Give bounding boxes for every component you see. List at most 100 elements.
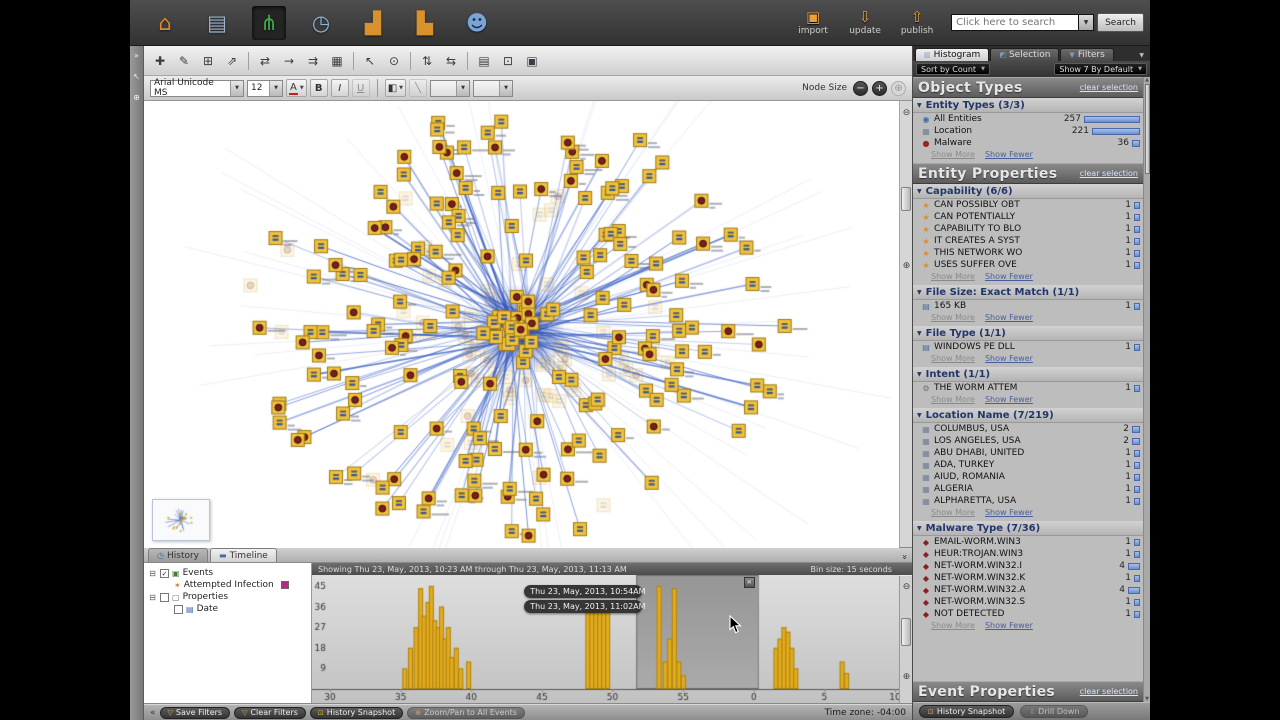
collaboration-icon[interactable]: ☻ bbox=[460, 6, 494, 40]
section-capability-6-6[interactable]: ▼ Capability (6/6) bbox=[913, 184, 1143, 199]
search-dropdown-button[interactable]: ▼ bbox=[1079, 14, 1095, 31]
report-icon[interactable]: ▤ bbox=[200, 6, 234, 40]
italic-button[interactable]: I bbox=[330, 79, 349, 97]
graph-icon[interactable]: ⋔ bbox=[252, 5, 286, 40]
swap-horizontal-icon[interactable]: ⇆ bbox=[440, 50, 462, 72]
show-fewer-link[interactable]: Show Fewer bbox=[985, 621, 1033, 630]
snapshot-camera-icon[interactable]: ⊡ bbox=[497, 50, 519, 72]
tab-filters[interactable]: ▼ Filters bbox=[1060, 48, 1114, 61]
add-entity-icon[interactable]: ✚ bbox=[149, 50, 171, 72]
show-fewer-link[interactable]: Show Fewer bbox=[985, 395, 1033, 404]
show-fewer-link[interactable]: Show Fewer bbox=[985, 354, 1033, 363]
merge-entities-icon[interactable]: ⇉ bbox=[302, 50, 324, 72]
collapse-triangle-icon[interactable]: ▼ bbox=[917, 330, 922, 337]
clock-map-icon[interactable]: ◷ bbox=[304, 6, 338, 40]
histogram-item[interactable]: ◆ NET-WORM.WIN32.I 4 bbox=[913, 560, 1143, 572]
collapse-triangle-icon[interactable]: ▼ bbox=[917, 289, 922, 296]
import-button[interactable]: ▣ import bbox=[791, 9, 835, 36]
show-more-link[interactable]: Show More bbox=[931, 395, 975, 404]
update-button[interactable]: ⇩ update bbox=[843, 9, 887, 36]
bold-button[interactable]: B bbox=[309, 79, 328, 97]
sort-by-select[interactable]: Sort by Count ▼ bbox=[916, 63, 990, 75]
show-fewer-link[interactable]: Show Fewer bbox=[985, 150, 1033, 159]
collapse-statusbar-icon[interactable]: « bbox=[150, 708, 156, 718]
histogram-item[interactable]: ▦ COLUMBUS, USA 2 bbox=[913, 423, 1143, 435]
browser-chart-icon[interactable]: ▙ bbox=[408, 6, 442, 40]
clear-time-selection-button[interactable]: ✕ bbox=[743, 577, 755, 588]
add-label-icon[interactable]: ✎ bbox=[173, 50, 195, 72]
collapse-triangle-icon[interactable]: ▼ bbox=[917, 188, 922, 195]
graph-canvas-area[interactable]: ⊖ ⊕ bbox=[144, 101, 912, 548]
tree-expander-icon[interactable]: ⊟ bbox=[148, 593, 157, 602]
chart-icon[interactable]: ▟ bbox=[356, 6, 390, 40]
section-location-name-7-219[interactable]: ▼ Location Name (7/219) bbox=[913, 408, 1143, 423]
histogram-item[interactable]: ◉ All Entities 257 bbox=[913, 113, 1143, 125]
histogram-item[interactable]: ▦ ALGERIA 1 bbox=[913, 483, 1143, 495]
histogram-item[interactable]: ◆ NET-WORM.WIN32.A 4 bbox=[913, 584, 1143, 596]
timeline-zoom-scrollbar[interactable]: ⊖ ⊕ bbox=[899, 576, 912, 703]
show-more-link[interactable]: Show More bbox=[931, 508, 975, 517]
grid-layout-icon[interactable]: ▦ bbox=[326, 50, 348, 72]
histogram-item[interactable]: ◆ NET-WORM.WIN32.S 1 bbox=[913, 596, 1143, 608]
tree-row[interactable]: ⊟ ▢ Properties bbox=[144, 591, 311, 603]
panel-scrollbar[interactable]: ▲ ▼ bbox=[1143, 77, 1150, 702]
report-view-icon[interactable]: ▤ bbox=[473, 50, 495, 72]
histogram-item[interactable]: ★ CAN POSSIBLY OBT 1 bbox=[913, 199, 1143, 211]
tree-row[interactable]: ▤ Date bbox=[144, 603, 311, 615]
show-fewer-link[interactable]: Show Fewer bbox=[985, 508, 1033, 517]
histogram-item[interactable]: ⚙ THE WORM ATTEM 1 bbox=[913, 382, 1143, 394]
clear-selection-link[interactable]: clear selection bbox=[1080, 169, 1138, 178]
show-fewer-link[interactable]: Show Fewer bbox=[985, 272, 1033, 281]
scroll-up-icon[interactable]: ▲ bbox=[1145, 77, 1149, 83]
histogram-item[interactable]: ★ CAN POTENTIALLY 1 bbox=[913, 211, 1143, 223]
show-default-select[interactable]: Show 7 By Default ▼ bbox=[1054, 63, 1147, 75]
fill-color-button[interactable]: ◧ ▼ bbox=[384, 79, 407, 97]
export-image-icon[interactable]: ▣ bbox=[521, 50, 543, 72]
histogram-item[interactable]: ★ THIS NETWORK WO 1 bbox=[913, 247, 1143, 259]
clear-selection-link[interactable]: clear selection bbox=[1080, 687, 1138, 696]
search-input[interactable] bbox=[951, 14, 1080, 31]
swap-vertical-icon[interactable]: ⇅ bbox=[416, 50, 438, 72]
show-more-link[interactable]: Show More bbox=[931, 313, 975, 322]
histogram-item[interactable]: ● Malware 36 bbox=[913, 137, 1143, 149]
histogram-item[interactable]: ▦ LOS ANGELES, USA 2 bbox=[913, 435, 1143, 447]
tree-expander-icon[interactable]: ⊟ bbox=[148, 569, 157, 578]
tab-selection[interactable]: ◩ Selection bbox=[990, 48, 1060, 61]
search-button[interactable]: Search bbox=[1097, 13, 1144, 32]
pointer-tool-icon[interactable]: ↖ bbox=[133, 72, 140, 81]
node-size-increase-button[interactable]: + bbox=[872, 80, 887, 96]
histogram-item[interactable]: ◆ NET-WORM.WIN32.K 1 bbox=[913, 572, 1143, 584]
publish-button[interactable]: ⇧ publish bbox=[895, 9, 939, 36]
zoom-tool-icon[interactable]: ⊕ bbox=[133, 93, 140, 102]
histogram-item[interactable]: ▤ WINDOWS PE DLL 1 bbox=[913, 341, 1143, 353]
panel-scrollbar-handle[interactable] bbox=[1144, 84, 1150, 174]
section-malware-type-7-36[interactable]: ▼ Malware Type (7/36) bbox=[913, 521, 1143, 536]
show-more-link[interactable]: Show More bbox=[931, 621, 975, 630]
pin-node-icon[interactable]: ⊙ bbox=[383, 50, 405, 72]
add-entity-from-template-icon[interactable]: ⊞ bbox=[197, 50, 219, 72]
tab-timeline[interactable]: ▬ Timeline bbox=[210, 548, 277, 562]
tree-row[interactable]: ⊟ ✓ ▣ Events bbox=[144, 567, 311, 579]
histogram-item[interactable]: ▤ 165 KB 1 bbox=[913, 300, 1143, 312]
tree-row[interactable]: ✶ Attempted Infection bbox=[144, 579, 311, 591]
overview-minimap[interactable] bbox=[152, 499, 210, 541]
collapse-triangle-icon[interactable]: ▼ bbox=[917, 102, 922, 109]
zoom-pan-to-all-events-button[interactable]: ⊕ Zoom/Pan to All Events bbox=[407, 706, 525, 719]
section-entity-types-3-3[interactable]: ▼ Entity Types (3/3) bbox=[913, 98, 1143, 113]
font-color-button[interactable]: A ▼ bbox=[286, 79, 307, 97]
node-size-reset-button[interactable]: ⊕ bbox=[891, 80, 906, 96]
zoom-slider-handle[interactable] bbox=[901, 187, 911, 211]
link-direction-icon[interactable]: → bbox=[278, 50, 300, 72]
collapse-triangle-icon[interactable]: ▼ bbox=[917, 525, 922, 532]
tree-checkbox[interactable] bbox=[160, 592, 169, 602]
histogram-item[interactable]: ▦ Location 221 bbox=[913, 125, 1143, 137]
histogram-item[interactable]: ◆ NOT DETECTED 1 bbox=[913, 608, 1143, 620]
drill-down-button[interactable]: ⇩ Drill Down bbox=[1020, 705, 1089, 718]
select-tool-icon[interactable]: ↖ bbox=[359, 50, 381, 72]
font-size-select[interactable]: 12 ▼ bbox=[247, 79, 283, 97]
show-more-link[interactable]: Show More bbox=[931, 354, 975, 363]
histogram-item[interactable]: ◆ EMAIL-WORM.WIN3 1 bbox=[913, 536, 1143, 548]
link-chart-canvas[interactable] bbox=[144, 101, 899, 548]
histogram-item[interactable]: ▦ ADA, TURKEY 1 bbox=[913, 459, 1143, 471]
tab-history[interactable]: ◷ History bbox=[148, 548, 209, 562]
